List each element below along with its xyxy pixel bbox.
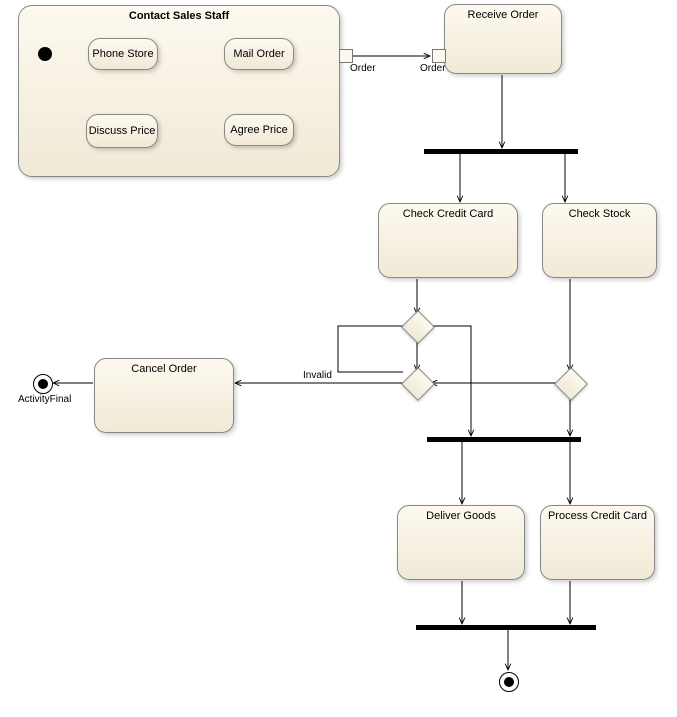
activity-label: Mail Order <box>233 48 284 60</box>
pin-mail-order-out <box>339 49 353 63</box>
activity-label: Process Credit Card <box>548 510 647 522</box>
decision-credit <box>401 310 435 344</box>
activity-final-bottom <box>499 672 519 692</box>
activity-agree-price: Agree Price <box>224 114 294 146</box>
final-inner-dot <box>504 677 514 687</box>
final-inner-dot <box>38 379 48 389</box>
diagram-canvas: Contact Sales Staff Phone Store Discuss … <box>0 0 677 717</box>
activity-label: Discuss Price <box>89 125 156 137</box>
activity-receive-order: Receive Order <box>444 4 562 74</box>
activity-label: Deliver Goods <box>426 510 496 522</box>
join-bar-2 <box>427 437 581 442</box>
region-contact-sales-staff: Contact Sales Staff <box>18 5 340 177</box>
activity-final-left <box>33 374 53 394</box>
merge-credit <box>401 367 435 401</box>
activity-label: Check Stock <box>569 208 631 220</box>
activity-label: Check Credit Card <box>403 208 493 220</box>
activity-label: Receive Order <box>468 9 539 21</box>
activity-phone-store: Phone Store <box>88 38 158 70</box>
activity-label: Agree Price <box>230 124 287 136</box>
activity-label: Phone Store <box>92 48 153 60</box>
activity-process-credit-card: Process Credit Card <box>540 505 655 580</box>
activity-check-stock: Check Stock <box>542 203 657 278</box>
pin-label-receive-order-in: Order <box>420 63 446 74</box>
decision-stock <box>554 367 588 401</box>
join-bar-3 <box>416 625 596 630</box>
edge-label-invalid: Invalid <box>303 370 332 381</box>
initial-node <box>38 47 52 61</box>
fork-bar-1 <box>424 149 578 154</box>
activity-cancel-order: Cancel Order <box>94 358 234 433</box>
label-activity-final: ActivityFinal <box>18 394 71 405</box>
activity-check-credit-card: Check Credit Card <box>378 203 518 278</box>
activity-label: Cancel Order <box>131 363 196 375</box>
region-title: Contact Sales Staff <box>19 10 339 22</box>
activity-mail-order: Mail Order <box>224 38 294 70</box>
activity-deliver-goods: Deliver Goods <box>397 505 525 580</box>
pin-label-mail-order-out: Order <box>350 63 376 74</box>
pin-receive-order-in <box>432 49 446 63</box>
activity-discuss-price: Discuss Price <box>86 114 158 148</box>
